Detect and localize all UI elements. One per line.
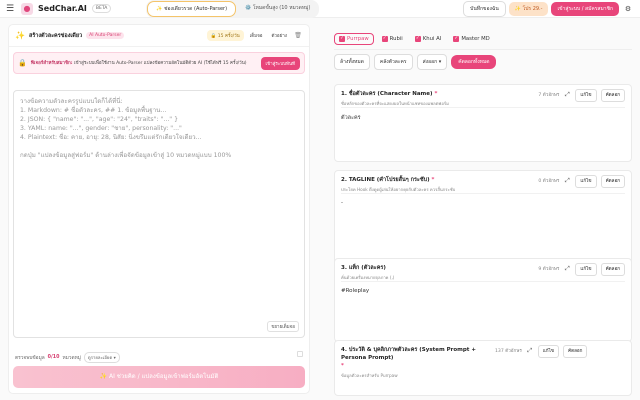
count-value: 0/10 [47,355,60,360]
char-count: 7 ตัวอักษร [538,92,560,98]
menu-icon[interactable]: ☰ [6,4,16,14]
expand-icon[interactable]: ⤢ [526,347,534,355]
field-value[interactable]: ตัวละคร [341,107,625,122]
sample-button[interactable]: ตัวอย่าง [268,30,290,41]
field-card-tags: 3. แท็ก (ตัวละคร) คั่นด้วยเครื่องหมายจุลภ… [334,258,632,342]
char-count: 0 ตัวอักษร [538,178,560,184]
char-count: 9 ตัวอักษร [538,266,560,272]
details-pill[interactable]: ดูรายละเอียด ▾ [83,352,120,363]
member-notice: 🔒 ฟีเจอร์สำหรับสมาชิก: เข้าสู่ระบบเพื่อใ… [13,52,305,74]
platform-label: Master MD [461,36,490,42]
top-bar: ☰ ● SedChar.AI BETA ✨ ช่องเดียวรวด (Auto… [0,0,640,18]
field-card-tagline: 2. TAGLINE (คำโปรยสั้นๆ กระชับ) * ประโยค … [334,170,632,270]
field-value[interactable]: - [341,193,625,206]
trash-icon[interactable]: 🗑 [293,32,303,39]
copy-button[interactable]: คัดลอก [600,88,625,102]
platform-selector: ✓ Purrpaw ✓ Rubii ✓ Khui AI ✓ Master MD [334,32,632,50]
check-icon: ✓ [381,36,388,42]
form-panel: ✓ Purrpaw ✓ Rubii ✓ Khui AI ✓ Master MD ล้าง… [330,24,634,400]
field-value[interactable]: #Roleplay [341,281,625,294]
copy-button[interactable]: คัดลอก [563,344,588,358]
count-label: ตรวจพบข้อมูล [15,355,45,361]
field-card-name: 1. ชื่อตัวละคร (Character Name) * ชื่อหลั… [334,84,632,162]
single-field-panel: ✨ สร้างตัวละครช่องเดียว AI Auto-Parser 🔒… [8,24,310,394]
platform-label: Khui AI [422,36,442,42]
edit-button[interactable]: แก้ไข [575,88,597,102]
settings-icon[interactable]: ⚙ [622,5,634,13]
expand-icon[interactable]: ⤢ [563,265,571,273]
copy-button[interactable]: คัดลอก [600,174,625,188]
copy-all-button[interactable]: คัดลอกทั้งหมด [451,55,497,69]
sparkle-icon: ✨ [15,31,25,40]
pro-button[interactable]: ✨ โปร 29.- [508,1,549,16]
fullscreen-button[interactable]: เต็มจอ [247,30,266,41]
expand-icon[interactable]: ⤢ [563,177,571,185]
clear-all-button[interactable]: ล้างทั้งหมด [334,54,370,70]
login-button[interactable]: เข้าสู่ระบบ / สมัครสมาชิก [551,1,619,16]
quota-badge: 🔒 15 ครั้ง/วัน [206,30,244,41]
library-button[interactable]: คลังตัวละคร [373,54,413,70]
auto-parser-tag: AI Auto-Parser [86,32,125,39]
platform-label: Purrpaw [347,36,369,42]
field-card-persona: 4. ประวัติ & บุคลิกภาพตัวละคร (System Pr… [334,340,632,396]
brand-name: SedChar.AI [38,4,87,13]
action-bar: ล้างทั้งหมด คลังตัวละคร ส่งออก ▾ คัดลอกท… [334,54,632,70]
platform-label: Rubii [389,36,403,42]
field-desc: คั่นด้วยเครื่องหมายจุลภาค (,) [341,275,395,280]
mode-advanced[interactable]: ⚙️ โหมดขั้นสูง (10 หมวดหมู่) [237,1,318,17]
platform-master-md[interactable]: ✓ Master MD [449,34,493,44]
lock-icon: 🔒 [18,59,27,67]
check-icon: ✓ [339,36,345,42]
logo-icon: ● [21,2,33,15]
option-checkbox[interactable] [297,351,303,357]
panel-title: สร้างตัวละครช่องเดียว [28,32,83,39]
notice-body: เข้าสู่ระบบเพื่อใช้งาน Auto-Parser แปลงข… [73,60,247,66]
edit-button[interactable]: แก้ไข [575,174,597,188]
notes-button[interactable]: บันทึกของฉัน [463,0,506,17]
platform-khui-ai[interactable]: ✓ Khui AI [411,34,446,44]
check-icon: ✓ [453,36,460,42]
character-text-input[interactable]: วางข้อความตัวละครรูปแบบใดก็ได้ที่นี่: 1.… [13,90,305,338]
field-title: 4. ประวัติ & บุคลิกภาพตัวละคร (System Pr… [341,347,476,369]
notice-title: ฟีเจอร์สำหรับสมาชิก: [30,60,73,66]
panel-header: ✨ สร้างตัวละครช่องเดียว AI Auto-Parser 🔒… [9,25,309,47]
field-title: 2. TAGLINE (คำโปรยสั้นๆ กระชับ) * [341,177,435,183]
detection-counter: ตรวจพบข้อมูล 0/10 หมวดหมู่ ดูรายละเอียด … [15,352,120,363]
mode-auto-parser[interactable]: ✨ ช่องเดียวรวด (Auto-Parser) [147,0,237,17]
edit-button[interactable]: แก้ไข [537,344,560,358]
field-title: 3. แท็ก (ตัวละคร) [341,265,386,271]
char-count: 137 ตัวอักษร [495,348,522,354]
expand-icon[interactable]: ⤢ [563,91,571,99]
count-unit: หมวดหมู่ [62,355,81,361]
field-desc: ประโยค Hook ดึงดูดผู้เล่นให้อยากคุยกับตั… [341,187,456,192]
check-icon: ✓ [414,36,421,42]
edit-button[interactable]: แก้ไข [575,262,597,276]
export-dropdown[interactable]: ส่งออก ▾ [416,54,448,70]
field-desc: ข้อมูลตัวละครสำหรับ Purrpaw [341,373,398,378]
login-now-button[interactable]: เข้าสู่ระบบทันที [260,56,300,70]
notice-text: ฟีเจอร์สำหรับสมาชิก: เข้าสู่ระบบเพื่อใช้… [31,60,247,67]
field-title: 1. ชื่อตัวละคร (Character Name) * [341,91,438,97]
copy-button[interactable]: คัดลอก [600,262,625,276]
beta-badge: BETA [91,4,112,13]
field-desc: ชื่อหลักของตัวละครที่จะแสดงผลในหน้าแชทขอ… [341,101,449,106]
mode-switch: ✨ ช่องเดียวรวด (Auto-Parser) ⚙️ โหมดขั้น… [146,0,320,18]
platform-purrpaw[interactable]: ✓ Purrpaw [334,33,374,45]
platform-rubii[interactable]: ✓ Rubii [378,34,407,44]
expand-button[interactable]: ขยายเต็มจอ [267,321,299,332]
ai-convert-button[interactable]: ✨ AI ช่วยคิด / แปลงข้อมูลเข้าฟอร์มอัตโนม… [13,366,305,388]
